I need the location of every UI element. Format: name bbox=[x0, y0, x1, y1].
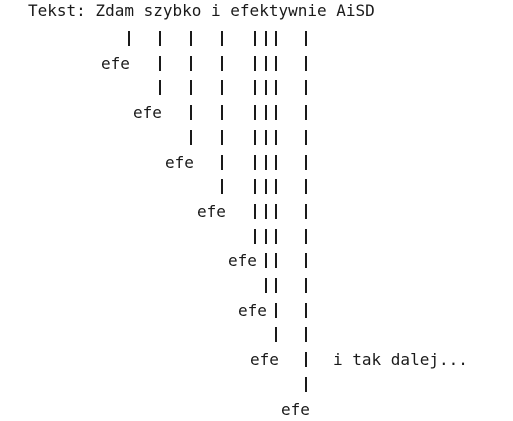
tree-branch-bar bbox=[221, 129, 223, 145]
tree-branch-bar bbox=[159, 80, 161, 96]
tree-branch-bar bbox=[190, 80, 192, 96]
tree-branch-bar bbox=[254, 228, 256, 244]
tree-branch-bar bbox=[190, 31, 192, 46]
tree-branch-bar bbox=[190, 55, 192, 71]
marker-label: efe bbox=[228, 251, 257, 271]
tree-branch-bar bbox=[275, 278, 277, 293]
header-text: Tekst: Zdam szybko i efektywnie AiSD bbox=[28, 1, 375, 20]
tree-branch-bar bbox=[305, 154, 307, 170]
tree-branch-bar bbox=[265, 129, 267, 145]
tree-branch-bar bbox=[221, 55, 223, 71]
tree-branch-bar bbox=[254, 129, 256, 145]
continuation-note: i tak dalej... bbox=[333, 350, 468, 370]
tree-branch-bar bbox=[265, 80, 267, 96]
marker-label: efe bbox=[250, 350, 279, 370]
tree-branch-bar bbox=[305, 302, 307, 318]
tree-branch-bar bbox=[275, 228, 277, 244]
tree-branch-bar bbox=[190, 129, 192, 145]
tree-branch-bar bbox=[275, 154, 277, 170]
marker-label: efe bbox=[101, 53, 130, 73]
tree-branch-bar bbox=[265, 154, 267, 170]
tree-branch-bar bbox=[254, 105, 256, 121]
tree-branch-bar bbox=[221, 31, 223, 46]
tree-branch-bar bbox=[305, 278, 307, 293]
tree-branch-bar bbox=[275, 105, 277, 121]
tree-branch-bar bbox=[305, 129, 307, 145]
tree-branch-bar bbox=[128, 31, 130, 46]
marker-label: efe bbox=[165, 152, 194, 172]
tree-branch-bar bbox=[305, 203, 307, 219]
tree-branch-bar bbox=[265, 105, 267, 121]
tree-branch-bar bbox=[254, 203, 256, 219]
tree-branch-bar bbox=[254, 31, 256, 46]
tree-branch-bar bbox=[305, 376, 307, 392]
tree-branch-bar bbox=[221, 80, 223, 96]
tree-branch-bar bbox=[305, 352, 307, 368]
tree-branch-bar bbox=[275, 55, 277, 71]
tree-branch-bar bbox=[254, 80, 256, 96]
tree-branch-bar bbox=[265, 179, 267, 195]
tree-branch-bar bbox=[275, 80, 277, 96]
tree-branch-bar bbox=[254, 154, 256, 170]
tree-branch-bar bbox=[221, 179, 223, 195]
tree-branch-bar bbox=[159, 55, 161, 71]
tree-branch-bar bbox=[275, 31, 277, 46]
tree-branch-bar bbox=[254, 55, 256, 71]
tree-branch-bar bbox=[275, 327, 277, 343]
tree-branch-bar bbox=[305, 253, 307, 269]
tree-branch-bar bbox=[265, 203, 267, 219]
tree-branch-bar bbox=[265, 278, 267, 293]
tree-branch-bar bbox=[275, 253, 277, 269]
marker-label: efe bbox=[281, 399, 310, 419]
tree-branch-bar bbox=[305, 105, 307, 121]
tree-branch-bar bbox=[305, 31, 307, 46]
tree-branch-bar bbox=[265, 253, 267, 269]
marker-label: efe bbox=[238, 300, 267, 320]
tree-branch-bar bbox=[265, 31, 267, 46]
tree-branch-bar bbox=[221, 105, 223, 121]
diagram-canvas: Tekst: Zdam szybko i efektywnie AiSD efe… bbox=[0, 0, 513, 421]
tree-branch-bar bbox=[190, 105, 192, 121]
tree-branch-bar bbox=[305, 228, 307, 244]
tree-branch-bar bbox=[275, 302, 277, 318]
tree-branch-bar bbox=[265, 55, 267, 71]
tree-branch-bar bbox=[275, 129, 277, 145]
tree-branch-bar bbox=[275, 203, 277, 219]
tree-branch-bar bbox=[305, 55, 307, 71]
marker-label: efe bbox=[133, 103, 162, 123]
tree-branch-bar bbox=[159, 31, 161, 46]
tree-branch-bar bbox=[305, 179, 307, 195]
tree-branch-bar bbox=[305, 80, 307, 96]
marker-label: efe bbox=[197, 201, 226, 221]
tree-branch-bar bbox=[265, 228, 267, 244]
tree-branch-bar bbox=[305, 327, 307, 343]
tree-branch-bar bbox=[221, 154, 223, 170]
tree-branch-bar bbox=[275, 179, 277, 195]
tree-branch-bar bbox=[254, 179, 256, 195]
